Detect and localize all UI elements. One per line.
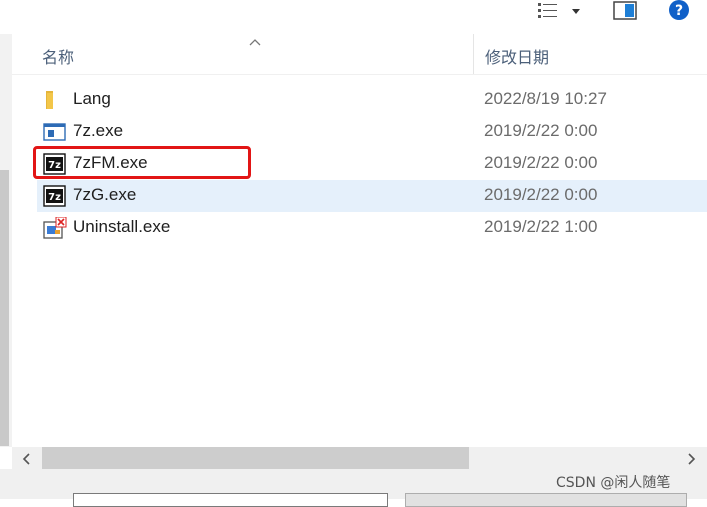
column-date-header[interactable]: 修改日期 <box>485 44 549 68</box>
scroll-right-icon[interactable] <box>686 451 696 470</box>
file-name: 7zG.exe <box>73 185 137 204</box>
folder-icon <box>43 89 67 111</box>
uninstall-icon <box>43 216 67 239</box>
file-name: Lang <box>73 89 111 108</box>
watermark: CSDN @闲人随笔 <box>556 475 671 491</box>
file-type-select[interactable] <box>405 493 687 507</box>
list-item[interactable]: Uninstall.exe 2019/2/22 1:00 <box>37 212 707 244</box>
svg-text:7z: 7z <box>48 192 61 203</box>
column-header: 名称 修改日期 <box>12 34 707 75</box>
details-view-icon[interactable] <box>537 0 559 22</box>
help-icon[interactable]: ? <box>667 0 691 22</box>
chevron-down-icon[interactable] <box>570 0 582 22</box>
console-app-icon <box>43 121 67 143</box>
file-name: Uninstall.exe <box>73 217 171 236</box>
file-date: 2019/2/22 0:00 <box>484 185 598 204</box>
7zip-icon: 7z <box>43 185 67 207</box>
file-date: 2019/2/22 0:00 <box>484 153 598 172</box>
horizontal-scrollbar[interactable] <box>12 447 707 469</box>
list-item[interactable]: 7z.exe 2019/2/22 0:00 <box>37 116 707 148</box>
column-divider[interactable] <box>473 34 474 74</box>
svg-text:?: ? <box>675 3 683 19</box>
column-name-header[interactable]: 名称 <box>42 44 74 68</box>
highlight-annotation <box>33 146 251 179</box>
horizontal-scrollbar-thumb[interactable] <box>42 447 469 469</box>
file-date: 2022/8/19 10:27 <box>484 89 607 108</box>
list-item-selected[interactable]: 7z 7zG.exe 2019/2/22 0:00 <box>37 180 707 212</box>
file-date: 2019/2/22 0:00 <box>484 121 598 140</box>
file-name-field[interactable] <box>73 493 388 507</box>
file-name: 7z.exe <box>73 121 124 140</box>
scroll-left-icon[interactable] <box>22 451 32 470</box>
preview-pane-icon[interactable] <box>613 0 637 22</box>
top-toolbar: ? <box>0 0 707 34</box>
vertical-scrollbar[interactable] <box>0 34 12 447</box>
list-item[interactable]: Lang 2022/8/19 10:27 <box>37 84 707 116</box>
vertical-scrollbar-thumb[interactable] <box>0 170 9 446</box>
sort-up-icon <box>248 32 262 51</box>
file-date: 2019/2/22 1:00 <box>484 217 598 236</box>
